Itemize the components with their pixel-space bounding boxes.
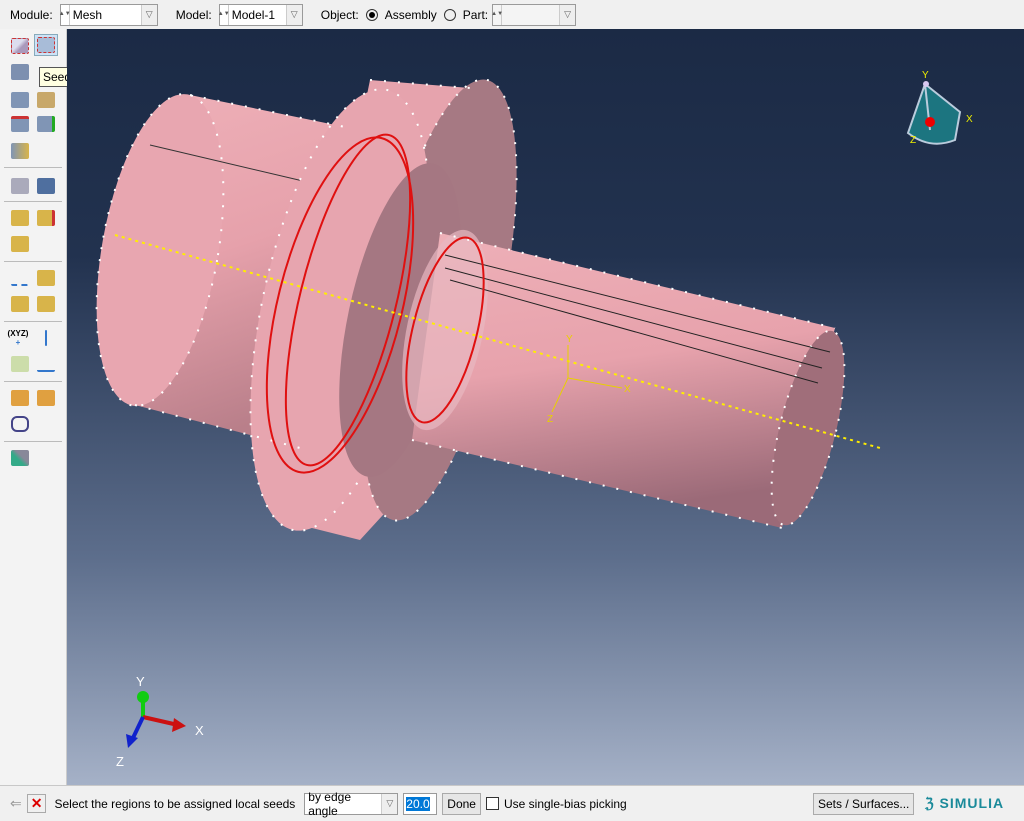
cut-tool[interactable]: [34, 293, 58, 315]
xyz-label: (XYZ): [7, 329, 29, 338]
seed-edges-icon: [37, 37, 55, 53]
part-select[interactable]: ▲▼ ▽: [491, 3, 577, 26]
datum-point-tool[interactable]: (XYZ) +: [6, 327, 30, 349]
create-partition-tool[interactable]: [34, 267, 58, 289]
object-label: Object:: [320, 7, 359, 22]
chevron-down-icon: ▽: [559, 4, 576, 25]
cancel-icon[interactable]: ✕: [26, 794, 47, 813]
mesh-controls-tool[interactable]: [8, 89, 32, 111]
edit-mesh-tool[interactable]: [8, 207, 32, 229]
assembly-label: Assembly: [384, 7, 437, 22]
mesh-region-icon: [11, 143, 29, 159]
assembly-radio[interactable]: [365, 8, 378, 21]
prompt-area: ⇐ ✕ Select the regions to be assigned lo…: [0, 785, 1024, 821]
chevron-down-icon: ▽: [140, 4, 157, 25]
svg-text:Y: Y: [922, 70, 929, 81]
mesh-part-tool[interactable]: [8, 61, 32, 83]
seed-part-icon: [11, 38, 29, 54]
part-radio[interactable]: [443, 8, 456, 21]
sets-surfaces-button[interactable]: Sets / Surfaces...: [813, 792, 915, 815]
partition-icon: [37, 92, 55, 108]
done-button[interactable]: Done: [442, 792, 481, 815]
table-icon: [37, 178, 55, 194]
sweep-icon: [11, 416, 29, 432]
cursor-icon: [11, 270, 29, 286]
global-triad: Y X Z: [116, 674, 204, 769]
assign-stack-tool[interactable]: [8, 387, 32, 409]
datum-axis-tool[interactable]: [34, 327, 58, 349]
svg-text:Y: Y: [566, 334, 573, 345]
mesh-region-tool[interactable]: [8, 140, 32, 162]
module-select[interactable]: ▲▼ Mesh ▽: [59, 3, 158, 26]
datum-csys-tool[interactable]: [34, 353, 58, 375]
mesh-part-create-icon: [37, 390, 55, 406]
scissors-icon: [37, 296, 55, 312]
svg-text:Y: Y: [136, 674, 145, 689]
partition-face-icon: [37, 270, 55, 286]
single-bias-label: Use single-bias picking: [503, 796, 627, 811]
view-cube-icon[interactable]: Y X Z: [906, 70, 973, 146]
model-label: Model:: [175, 7, 212, 22]
offset-mesh-icon: [37, 210, 55, 226]
context-bar: Module: ▲▼ Mesh ▽ Model: ▲▼ Model-1 ▽ Object…: [0, 0, 1024, 29]
partition-tool[interactable]: [34, 89, 58, 111]
copy-mesh-tool[interactable]: [8, 175, 32, 197]
assign-stack-icon: [11, 390, 29, 406]
mesh-controls-icon: [11, 92, 29, 108]
offset-mesh-tool[interactable]: [34, 207, 58, 229]
prompt-message: Select the regions to be assigned local …: [54, 796, 296, 811]
adaptivity-tool[interactable]: [8, 233, 32, 255]
chevron-down-icon: ▽: [285, 4, 302, 25]
part-label: Part:: [462, 7, 489, 22]
mesh-stats-tool[interactable]: [34, 175, 58, 197]
datum-csys-icon: [37, 356, 55, 372]
copy-mesh-icon: [11, 178, 29, 194]
seed-method-select[interactable]: by edge angle ▽: [304, 790, 399, 818]
verify-mesh-tool[interactable]: [34, 113, 58, 135]
svg-text:X: X: [195, 723, 204, 738]
edit-mesh-icon: [11, 210, 29, 226]
module-label: Module:: [10, 7, 53, 22]
tools-icon: [11, 450, 29, 466]
virtual-topology-icon: [11, 296, 29, 312]
ds-logo-icon: ℨ: [925, 795, 935, 811]
svg-text:Z: Z: [116, 754, 124, 769]
svg-text:X: X: [966, 114, 973, 125]
simulia-logo: ℨ SIMULIA: [925, 795, 1005, 811]
mesh-part-icon: [11, 64, 29, 80]
sweep-path-tool[interactable]: [8, 413, 32, 435]
datum-axis-icon: [45, 330, 47, 346]
element-type-icon: [11, 116, 29, 132]
svg-text:Z: Z: [910, 135, 916, 146]
chevron-down-icon: ▽: [381, 793, 398, 814]
adaptivity-icon: [11, 236, 29, 252]
verify-mesh-icon: [37, 116, 55, 132]
model-select[interactable]: ▲▼ Model-1 ▽: [218, 3, 303, 26]
mesh-toolbox: (XYZ) +: [0, 29, 67, 785]
viewport[interactable]: Y X Z Y X Z Y X Z: [67, 29, 1024, 785]
element-type-tool[interactable]: [8, 113, 32, 135]
create-mesh-part-tool[interactable]: [34, 387, 58, 409]
seed-part-tool[interactable]: [8, 35, 32, 57]
plugins-tool[interactable]: [8, 447, 32, 469]
model-canvas[interactable]: Y X Z Y X Z Y X Z: [67, 29, 1024, 785]
svg-text:Z: Z: [547, 414, 553, 425]
query-tool[interactable]: [8, 267, 32, 289]
virtual-topology-tool[interactable]: [8, 293, 32, 315]
datum-plane-tool[interactable]: [8, 353, 32, 375]
angle-input[interactable]: 20.0: [403, 792, 438, 815]
single-bias-checkbox[interactable]: [485, 797, 499, 810]
back-arrow-icon[interactable]: ⇐: [10, 795, 22, 812]
seed-edges-tool[interactable]: [34, 34, 58, 56]
datum-plane-icon: [11, 356, 29, 372]
svg-text:X: X: [624, 384, 631, 395]
